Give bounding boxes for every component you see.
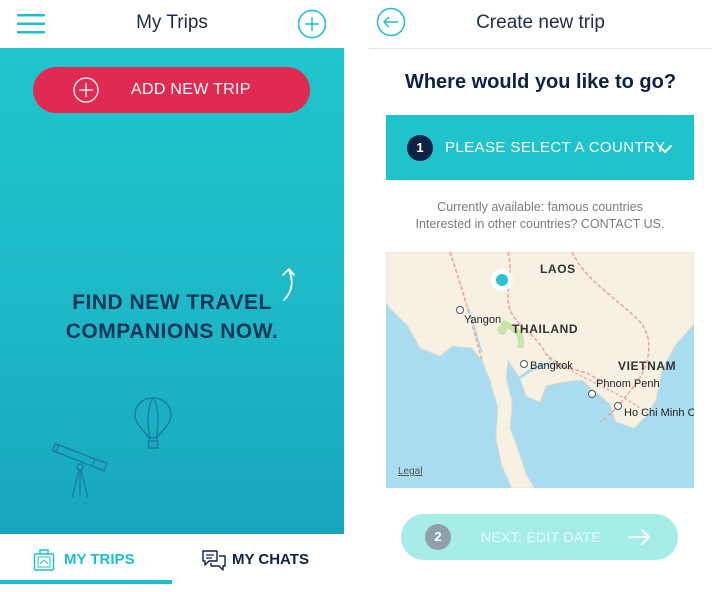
country-select-label: PLEASE SELECT A COUNTRY — [445, 139, 666, 156]
map-label-yangon: Yangon — [464, 314, 502, 326]
contact-us-link[interactable]: Interested in other countries? CONTACT U… — [386, 216, 694, 233]
next-edit-date-button[interactable]: 2 NEXT: EDIT DATE — [401, 514, 678, 560]
tab-my-trips-label: MY TRIPS — [64, 551, 135, 568]
step-2-badge: 2 — [425, 524, 451, 550]
tab-my-chats[interactable]: MY CHATS — [172, 534, 344, 588]
tagline: FIND NEW TRAVEL COMPANIONS NOW. — [0, 288, 344, 346]
map-label-thailand: THAILAND — [512, 322, 579, 336]
chevron-down-icon — [658, 141, 672, 153]
active-tab-indicator — [0, 580, 172, 584]
map-label-phnom-penh: Phnom Penh — [596, 378, 660, 390]
add-new-trip-label: ADD NEW TRIP — [131, 81, 251, 98]
map-label-laos: LAOS — [540, 262, 576, 276]
next-edit-date-label: NEXT: EDIT DATE — [481, 529, 601, 545]
create-trip-screen: Create new trip Where would you like to … — [369, 0, 712, 592]
plus-circle-icon — [73, 77, 99, 103]
telescope-icon — [52, 440, 110, 500]
availability-note: Currently available: famous countries In… — [386, 199, 694, 233]
availability-line-1: Currently available: famous countries — [437, 200, 643, 214]
page-title: Create new trip — [476, 12, 605, 33]
hero-area: ADD NEW TRIP FIND NEW TRAVEL COMPANIONS … — [0, 48, 344, 534]
chat-bubbles-icon — [201, 548, 227, 572]
add-new-trip-button[interactable]: ADD NEW TRIP — [33, 67, 310, 113]
page-title: My Trips — [136, 12, 208, 33]
tagline-line-2: COMPANIONS NOW. — [65, 320, 279, 343]
header-divider — [369, 48, 712, 49]
map-label-bangkok: Bangkok — [530, 360, 573, 372]
top-bar: Create new trip — [369, 0, 712, 48]
top-bar: My Trips — [0, 0, 344, 48]
tagline-line-1: FIND NEW TRAVEL — [72, 291, 272, 314]
tab-my-chats-label: MY CHATS — [232, 551, 309, 568]
step-1-badge: 1 — [407, 135, 433, 161]
map-label-ho-chi-minh: Ho Chi Minh City — [624, 407, 694, 419]
map-legal-link[interactable]: Legal — [398, 466, 422, 477]
suitcase-icon — [33, 548, 55, 572]
country-map[interactable]: LAOS THAILAND VIETNAM Yangon Bangkok Phn… — [386, 252, 694, 488]
destination-question: Where would you like to go? — [404, 71, 677, 93]
my-trips-screen: My Trips ADD NEW TRIP FIND NEW TRAVEL CO… — [0, 0, 344, 592]
hot-air-balloon-icon — [133, 396, 173, 452]
add-icon[interactable] — [297, 9, 327, 39]
map-label-vietnam: VIETNAM — [618, 359, 677, 373]
arrow-right-icon — [629, 528, 651, 546]
country-select-dropdown[interactable]: 1 PLEASE SELECT A COUNTRY — [386, 115, 694, 180]
